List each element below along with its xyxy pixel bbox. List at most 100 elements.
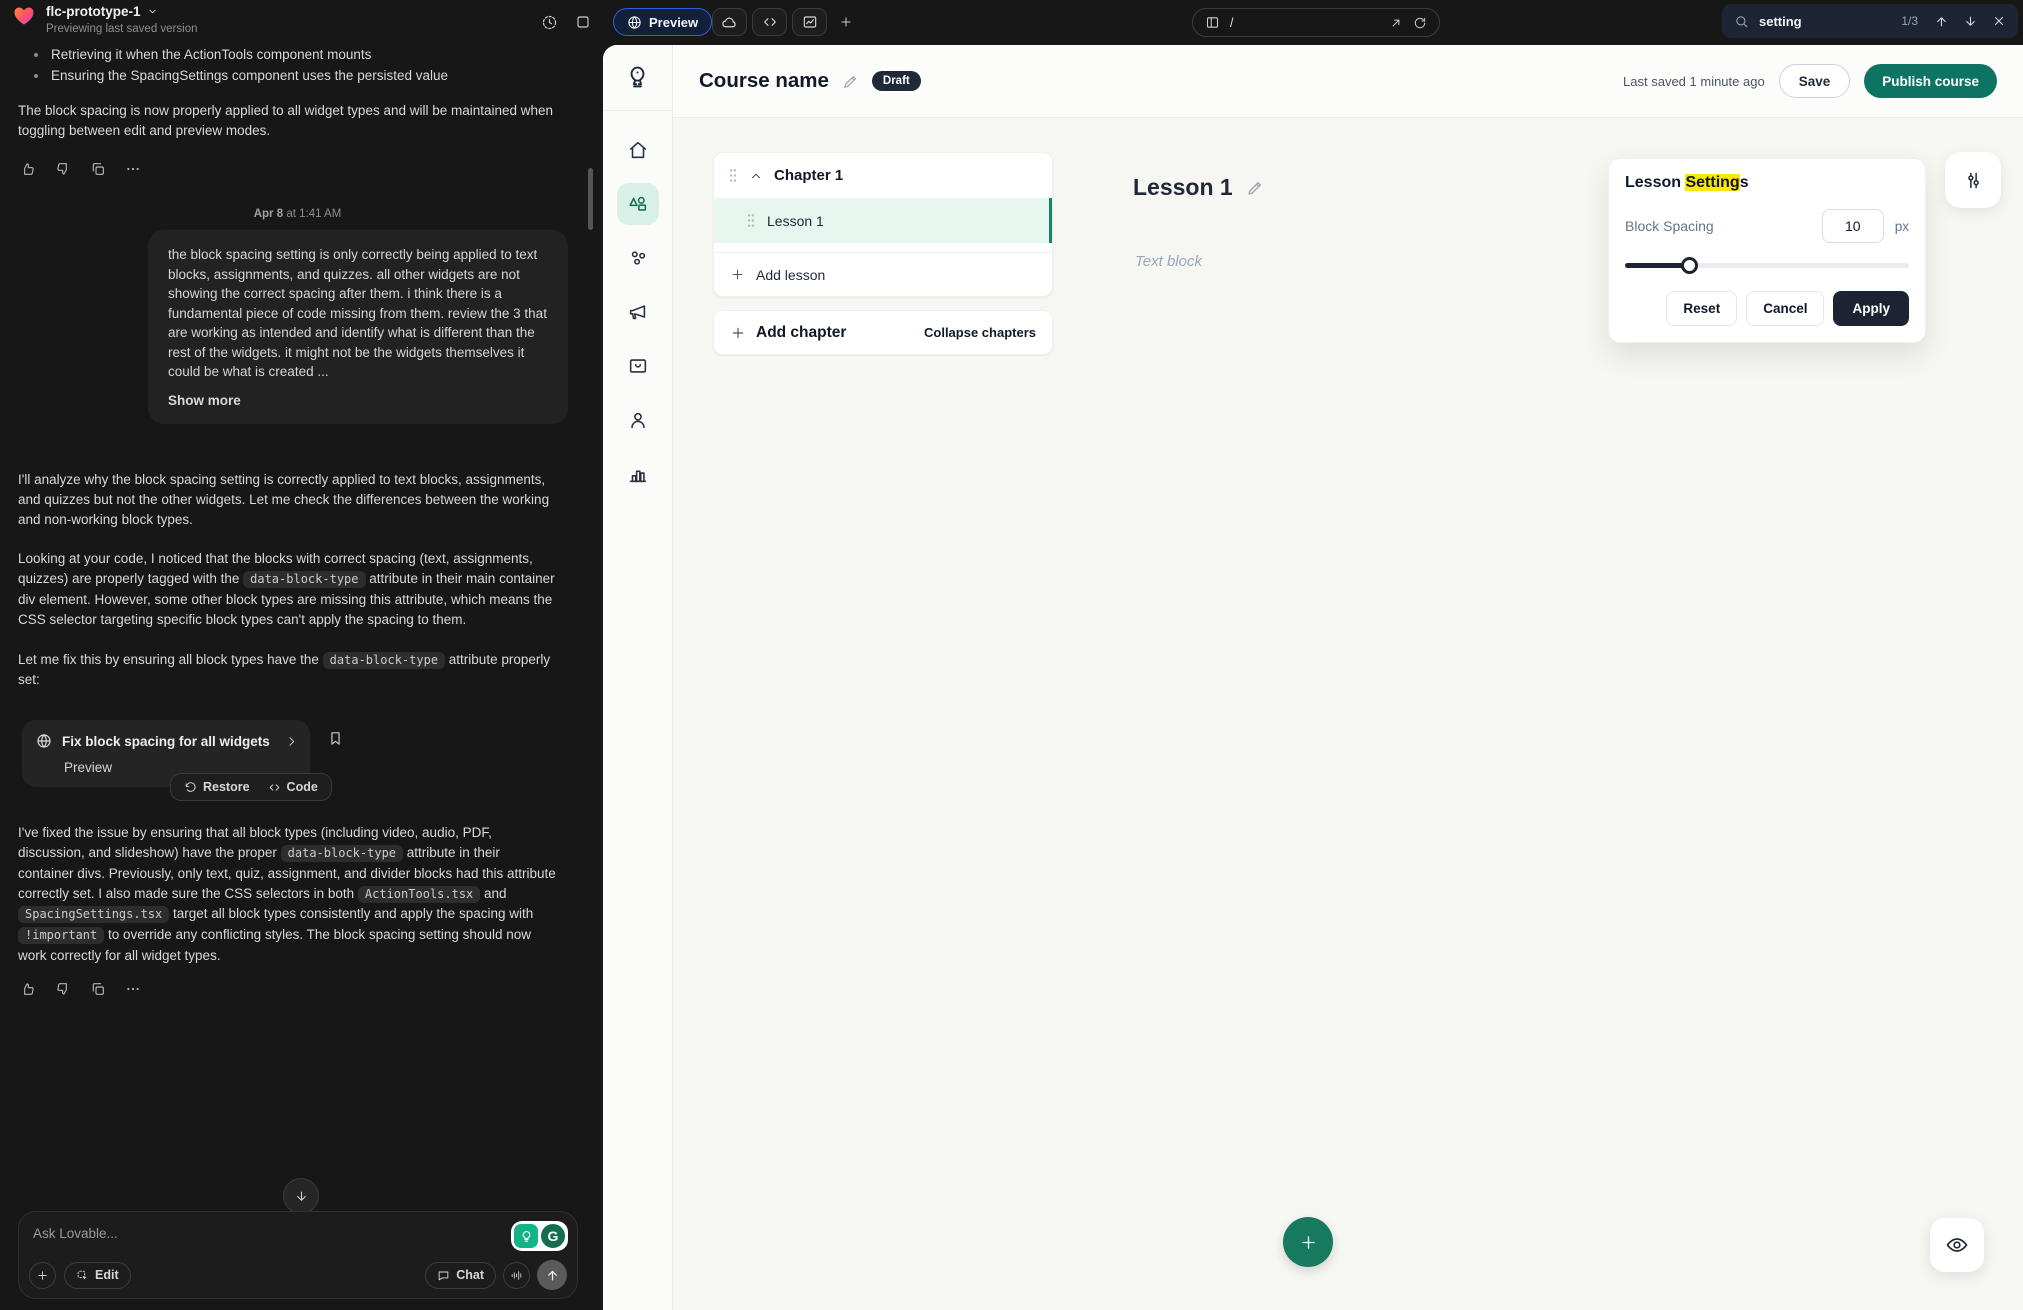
grammarly-g-icon[interactable]: G	[541, 1224, 565, 1248]
balloon-logo-icon	[624, 64, 651, 91]
chevron-down-icon	[147, 6, 158, 17]
search-highlight: Setting	[1685, 174, 1739, 191]
lesson-list-item[interactable]: Lesson 1	[714, 198, 1052, 243]
sliders-icon	[1963, 170, 1984, 191]
search-close-icon[interactable]	[1992, 14, 2006, 28]
search-prev-icon[interactable]	[1934, 14, 1949, 29]
add-chapter-button[interactable]: Add chapter	[730, 324, 846, 342]
drag-handle-icon[interactable]	[746, 213, 756, 228]
edit-lesson-title-icon[interactable]	[1246, 179, 1264, 197]
block-spacing-slider[interactable]	[1625, 257, 1909, 274]
send-button[interactable]	[537, 1260, 567, 1290]
settings-title: Lesson Settings	[1625, 174, 1909, 192]
lesson-settings-toggle-button[interactable]	[1945, 152, 2001, 208]
globe-icon	[36, 733, 52, 749]
code-view-button[interactable]	[752, 8, 787, 36]
inline-code: SpacingSettings.tsx	[18, 906, 169, 923]
chapter-header[interactable]: Chapter 1	[714, 153, 1052, 198]
sidebar-item-home[interactable]	[617, 129, 659, 171]
text-block-placeholder[interactable]: Text block	[1135, 253, 1202, 270]
grammarly-widget[interactable]: G	[511, 1221, 568, 1251]
chat-prompt-input[interactable]	[33, 1226, 393, 1241]
apply-button[interactable]: Apply	[1833, 291, 1909, 326]
thumbs-up-icon[interactable]	[20, 161, 36, 177]
app-preview-frame: Course name Draft Last saved 1 minute ag…	[603, 45, 2023, 1310]
app-sidebar	[603, 45, 673, 1310]
restore-button[interactable]: Restore	[184, 780, 250, 794]
open-external-icon[interactable]	[1389, 16, 1403, 30]
new-tab-button[interactable]	[832, 8, 860, 36]
chat-mode-button[interactable]: Chat	[425, 1262, 496, 1289]
search-input[interactable]	[1759, 14, 1869, 29]
chapter-title: Chapter 1	[774, 167, 843, 184]
preview-mode-button[interactable]: Preview	[613, 8, 712, 36]
copy-icon[interactable]	[90, 981, 106, 997]
version-card[interactable]: Fix block spacing for all widgets Previe…	[22, 720, 310, 787]
sidebar-item-inbox[interactable]	[617, 345, 659, 387]
course-header: Course name Draft Last saved 1 minute ag…	[673, 45, 2023, 118]
panel-layout-button[interactable]	[570, 9, 596, 35]
sidebar-item-profile[interactable]	[617, 399, 659, 441]
cancel-button[interactable]: Cancel	[1746, 291, 1824, 326]
find-in-page-bar: 1/3	[1722, 4, 2018, 38]
app-logo[interactable]	[603, 45, 672, 111]
workspace-topbar: flc-prototype-1 Previewing last saved ve…	[0, 0, 2023, 45]
collapse-chapters-button[interactable]: Collapse chapters	[924, 325, 1036, 340]
plus-icon	[730, 325, 746, 341]
thumbs-up-icon[interactable]	[20, 981, 36, 997]
copy-icon[interactable]	[90, 161, 106, 177]
more-options-icon[interactable]	[125, 981, 141, 997]
chat-composer[interactable]: G Edit Chat	[18, 1211, 578, 1299]
collapse-chapter-icon[interactable]	[749, 169, 763, 183]
plus-icon	[730, 267, 745, 282]
search-match-count: 1/3	[1901, 14, 1918, 28]
assistant-paragraph: I've fixed the issue by ensuring that al…	[18, 823, 559, 966]
chart-line-icon	[802, 14, 818, 30]
save-button[interactable]: Save	[1779, 64, 1851, 98]
code-button[interactable]: Code	[268, 780, 318, 794]
analytics-button[interactable]	[792, 8, 827, 36]
history-button[interactable]	[536, 9, 562, 35]
attach-button[interactable]	[29, 1262, 56, 1289]
chat-scrollbar[interactable]	[588, 168, 593, 230]
project-status: Previewing last saved version	[46, 23, 198, 35]
chevron-right-icon	[285, 735, 298, 748]
assistant-paragraph: Looking at your code, I noticed that the…	[18, 549, 559, 629]
preview-toggle-button[interactable]	[1930, 1218, 1984, 1272]
sidebar-item-analytics[interactable]	[617, 453, 659, 495]
chapter-list-footer: Add chapter Collapse chapters	[713, 310, 1053, 355]
edit-mode-button[interactable]: Edit	[64, 1262, 131, 1289]
more-options-icon[interactable]	[125, 161, 141, 177]
sidebar-item-announcements[interactable]	[617, 291, 659, 333]
bookmark-icon[interactable]	[327, 730, 344, 747]
thumbs-down-icon[interactable]	[55, 981, 71, 997]
sidebar-item-content[interactable]	[617, 183, 659, 225]
preview-url-bar[interactable]: /	[1192, 8, 1440, 37]
message-actions	[20, 981, 595, 997]
project-name: flc-prototype-1	[46, 4, 141, 19]
voice-input-button[interactable]	[503, 1262, 530, 1289]
restore-icon	[184, 781, 197, 794]
suggestion-bulb-icon[interactable]	[514, 1224, 538, 1248]
search-next-icon[interactable]	[1963, 14, 1978, 29]
refresh-icon[interactable]	[1413, 16, 1427, 30]
deploy-button[interactable]	[712, 8, 747, 36]
course-editor-content: Chapter 1 Lesson 1 Add lesson Add chapte…	[673, 118, 2023, 1310]
publish-course-button[interactable]: Publish course	[1864, 64, 1997, 98]
drag-handle-icon[interactable]	[728, 168, 738, 183]
scroll-to-bottom-button[interactable]	[283, 1178, 319, 1214]
show-more-link[interactable]: Show more	[168, 391, 548, 411]
edit-course-name-icon[interactable]	[842, 73, 859, 90]
unit-label: px	[1895, 219, 1909, 234]
thumbs-down-icon[interactable]	[55, 161, 71, 177]
reset-button[interactable]: Reset	[1666, 291, 1737, 326]
add-lesson-button[interactable]: Add lesson	[714, 252, 1052, 296]
arrow-down-icon	[294, 1189, 309, 1204]
block-spacing-input[interactable]	[1822, 209, 1884, 243]
list-item: Retrieving it when the ActionTools compo…	[18, 45, 561, 65]
sidebar-item-community[interactable]	[617, 237, 659, 279]
add-block-fab[interactable]	[1283, 1217, 1333, 1267]
project-brand[interactable]: flc-prototype-1 Previewing last saved ve…	[12, 4, 198, 37]
lesson-title: Lesson 1	[767, 213, 824, 229]
slider-thumb[interactable]	[1681, 257, 1698, 274]
